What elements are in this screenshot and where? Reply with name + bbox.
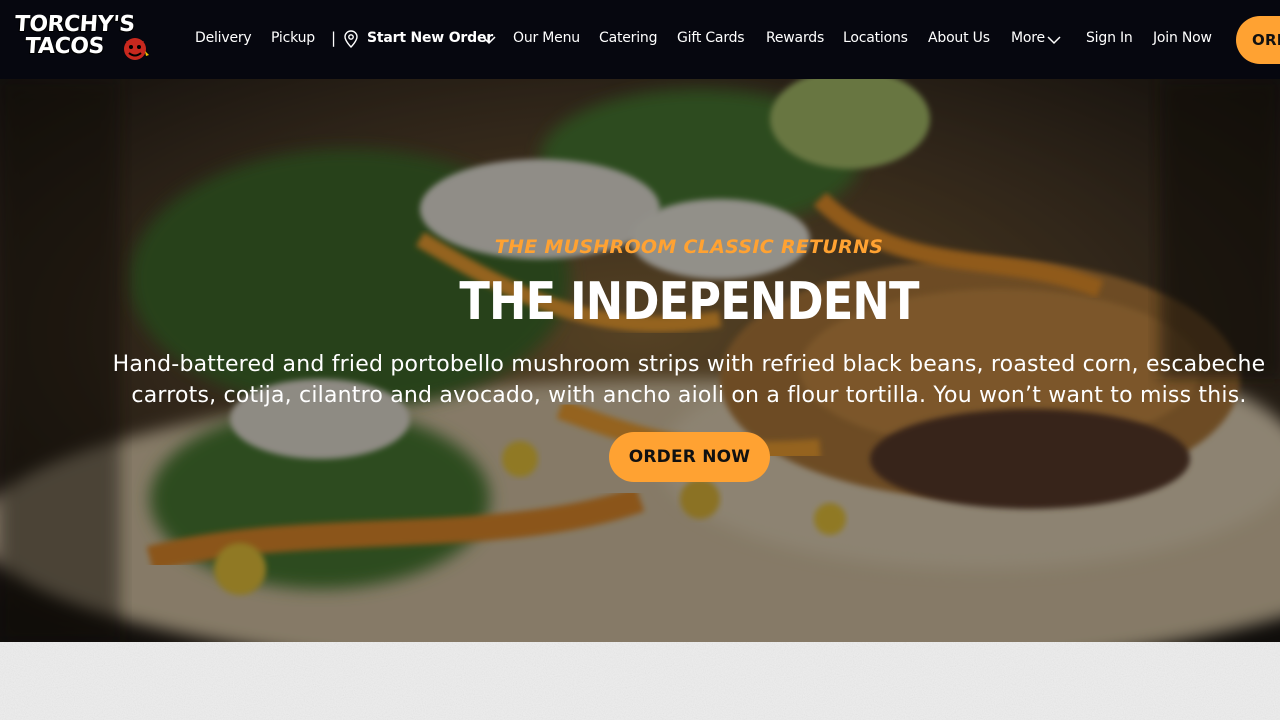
nav-delivery[interactable]: Delivery <box>195 30 252 50</box>
chevron-down-icon[interactable] <box>1047 35 1061 45</box>
location-pin-icon <box>344 30 358 48</box>
paper-texture-background <box>0 642 1280 720</box>
nav-our-menu[interactable]: Our Menu <box>513 30 580 50</box>
nav-pickup[interactable]: Pickup <box>271 30 315 50</box>
nav-join-now[interactable]: Join Now <box>1153 30 1212 50</box>
hero-order-now-button[interactable]: ORDER NOW <box>609 432 770 482</box>
nav-separator: | <box>331 29 337 47</box>
logo-wordmark: TORCHY'S TACOS <box>13 12 136 59</box>
nav-more[interactable]: More <box>1011 30 1045 50</box>
top-navigation: TORCHY'S TACOS Delivery Pickup | Start N… <box>0 0 1280 79</box>
nav-about-us[interactable]: About Us <box>928 30 990 50</box>
hero-banner: THE MUSHROOM CLASSIC RETURNS THE INDEPEN… <box>0 79 1280 642</box>
order-now-button[interactable]: ORDER NOW <box>1236 16 1280 64</box>
nav-rewards[interactable]: Rewards <box>766 30 824 50</box>
chevron-down-icon[interactable] <box>482 35 496 45</box>
nav-gift-cards[interactable]: Gift Cards <box>677 30 745 50</box>
hero-description: Hand-battered and fried portobello mushr… <box>112 352 1266 408</box>
start-new-order-dropdown[interactable]: Start New Order <box>367 30 493 46</box>
nav-sign-in[interactable]: Sign In <box>1086 30 1133 50</box>
below-hero-section <box>0 642 1280 720</box>
hero-title: THE INDEPENDENT <box>459 272 919 332</box>
torchys-logo[interactable]: TORCHY'S TACOS <box>13 12 164 64</box>
hero-eyebrow: THE MUSHROOM CLASSIC RETURNS <box>494 236 884 258</box>
nav-locations[interactable]: Locations <box>843 30 908 50</box>
devil-mascot-icon <box>124 38 149 60</box>
nav-catering[interactable]: Catering <box>599 30 657 50</box>
